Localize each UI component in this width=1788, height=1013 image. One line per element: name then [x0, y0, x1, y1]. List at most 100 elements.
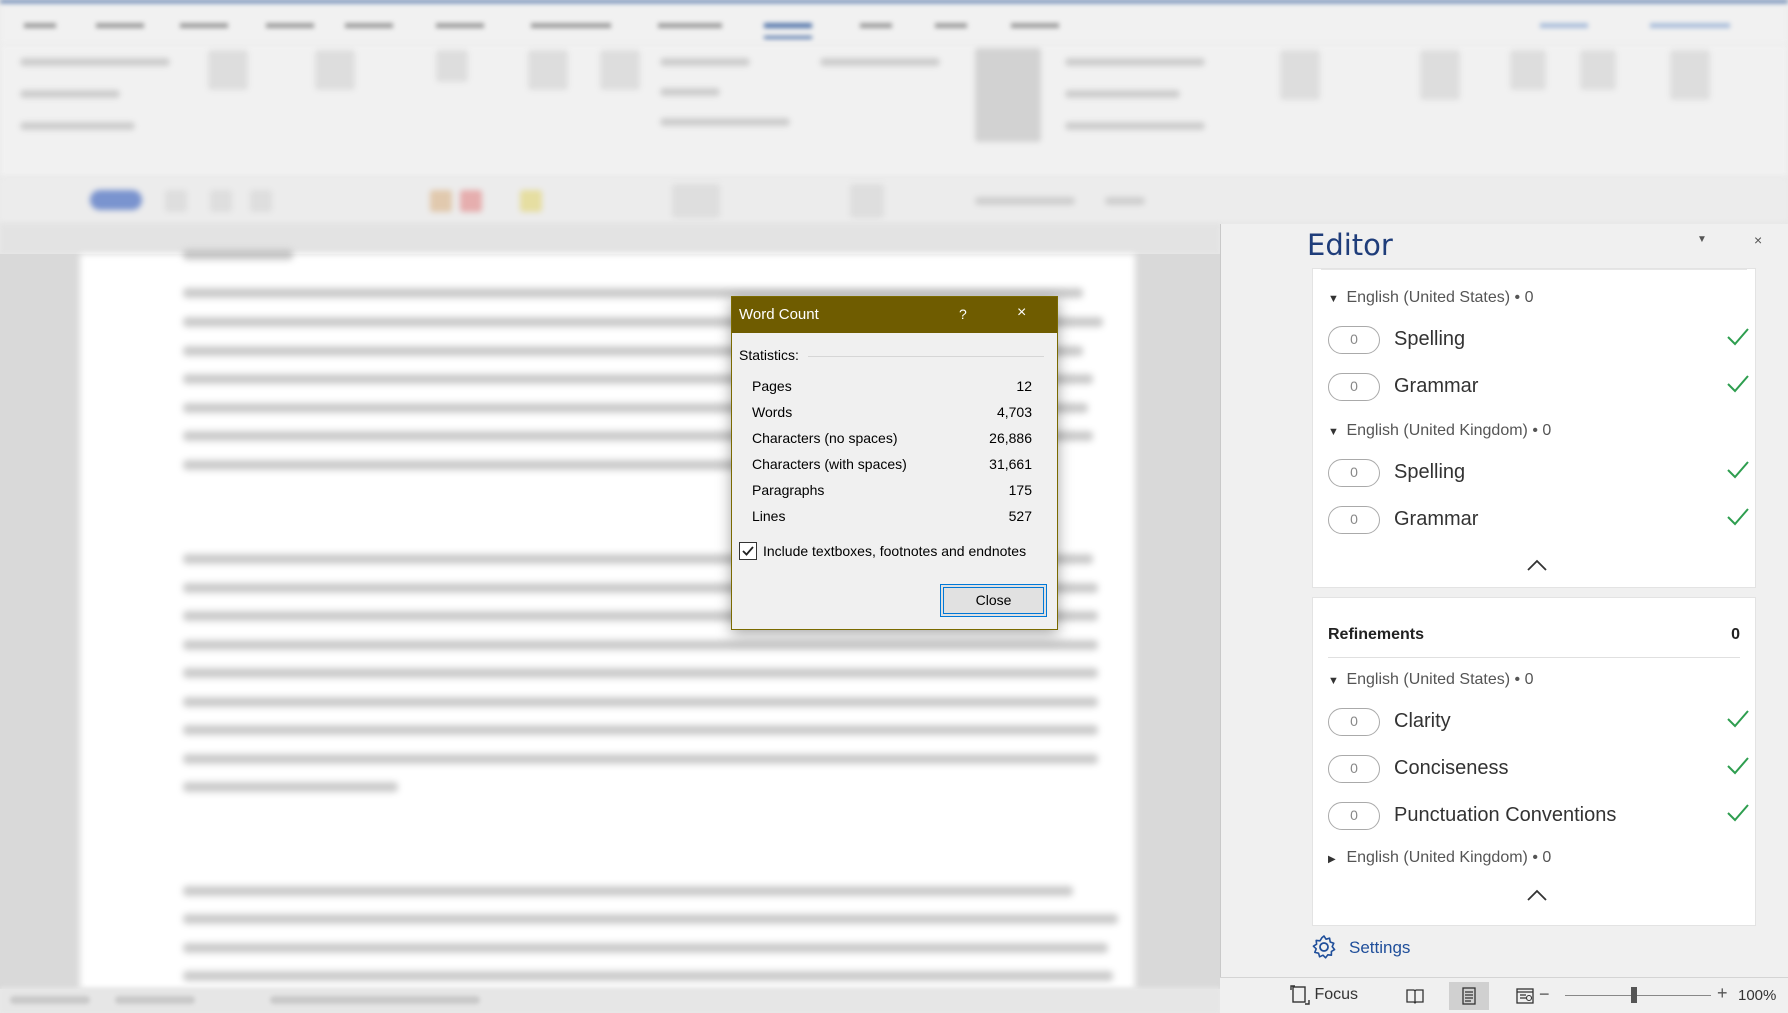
language-label: English (United States) • 0	[1346, 289, 1534, 306]
read-mode-icon	[1406, 989, 1424, 1004]
refinements-title: Refinements	[1328, 626, 1425, 643]
ribbon-tabs-blurred: ▬▬ ▬▬▬ ▬▬▬ ▬▬▬ ▬▬▬ ▬▬▬ ▬▬▬▬▬ ▬▬▬▬ ▬▬▬ ▬▬…	[0, 0, 1788, 44]
word-count-dialog: Word Count ? × Statistics: Pages 12 Word…	[731, 296, 1058, 630]
zoom-level[interactable]: 100%	[1738, 987, 1776, 1004]
category-spelling-uk[interactable]: 0 Spelling	[1328, 455, 1750, 491]
checkmark-icon	[742, 546, 754, 556]
language-label: English (United Kingdom) • 0	[1346, 849, 1552, 866]
statistics-divider	[808, 356, 1044, 357]
editor-pane: Editor ▼ × ▼ English (United States) • 0…	[1220, 224, 1788, 989]
pane-close-icon[interactable]: ×	[1754, 232, 1762, 248]
stat-row-pages: Pages 12	[752, 378, 1032, 402]
stat-label: Lines	[752, 508, 786, 524]
status-bar: Focus − + 100%	[1220, 977, 1788, 1013]
stat-label: Pages	[752, 378, 792, 394]
gear-icon	[1312, 935, 1336, 959]
stat-value: 175	[1008, 482, 1032, 498]
help-button[interactable]: ?	[959, 306, 967, 322]
print-layout-icon	[1462, 987, 1476, 1005]
stat-value: 527	[1008, 508, 1032, 524]
check-icon	[1727, 461, 1749, 479]
include-textboxes-label[interactable]: Include textboxes, footnotes and endnote…	[763, 543, 1026, 559]
collapsed-caret-icon: ▶	[1328, 854, 1336, 865]
category-clarity[interactable]: 0 Clarity	[1328, 704, 1750, 740]
close-button[interactable]: Close	[940, 584, 1047, 617]
web-layout-icon	[1516, 988, 1534, 1004]
stat-row-characters-with-spaces: Characters (with spaces) 31,661	[752, 456, 1032, 480]
dialog-title: Word Count	[739, 306, 819, 323]
expanded-caret-icon: ▼	[1328, 426, 1339, 438]
collapse-chevron-icon[interactable]	[1526, 558, 1548, 572]
corrections-card: ▼ English (United States) • 0 0 Spelling…	[1312, 268, 1756, 588]
check-icon	[1727, 328, 1749, 346]
category-label: Spelling	[1394, 461, 1466, 483]
status-bar-left-blurred	[0, 987, 1220, 1013]
count-badge: 0	[1328, 755, 1380, 783]
stat-label: Characters (with spaces)	[752, 456, 907, 472]
stat-row-lines: Lines 527	[752, 508, 1032, 532]
zoom-in-button[interactable]: +	[1717, 983, 1728, 1004]
stat-label: Words	[752, 404, 793, 420]
stat-value: 4,703	[996, 404, 1032, 420]
category-label: Conciseness	[1394, 757, 1509, 779]
card-divider	[1321, 269, 1747, 270]
print-layout-button[interactable]	[1449, 982, 1489, 1010]
editor-title: Editor	[1307, 228, 1393, 262]
dialog-close-icon[interactable]: ×	[1017, 304, 1026, 322]
stat-row-paragraphs: Paragraphs 175	[752, 482, 1032, 506]
stat-label: Paragraphs	[752, 482, 825, 498]
category-label: Punctuation Conventions	[1394, 804, 1617, 826]
collapse-chevron-icon[interactable]	[1526, 888, 1548, 902]
refinements-divider	[1328, 657, 1740, 658]
category-grammar-uk[interactable]: 0 Grammar	[1328, 502, 1750, 538]
zoom-slider-track[interactable]	[1565, 995, 1711, 996]
quick-access-toolbar-blurred	[0, 178, 1788, 224]
check-icon	[1727, 508, 1749, 526]
ruler-blurred	[0, 224, 1220, 254]
read-mode-button[interactable]	[1395, 982, 1435, 1010]
focus-mode-button[interactable]: Focus	[1290, 985, 1358, 1009]
language-label: English (United Kingdom) • 0	[1346, 422, 1552, 439]
refinements-count: 0	[1731, 626, 1740, 643]
statistics-label: Statistics:	[739, 347, 799, 363]
focus-label: Focus	[1314, 986, 1359, 1004]
count-badge: 0	[1328, 373, 1380, 401]
stat-value: 12	[1016, 378, 1032, 394]
category-punctuation-conventions[interactable]: 0 Punctuation Conventions	[1328, 798, 1750, 834]
ribbon-blurred	[0, 44, 1788, 178]
category-label: Grammar	[1394, 375, 1479, 397]
category-label: Clarity	[1394, 710, 1451, 732]
stat-value: 31,661	[989, 456, 1032, 472]
stat-value: 26,886	[989, 430, 1032, 446]
category-conciseness[interactable]: 0 Conciseness	[1328, 751, 1750, 787]
refinements-card: Refinements 0 ▼ English (United States) …	[1312, 597, 1756, 926]
check-icon	[1727, 757, 1749, 775]
count-badge: 0	[1328, 708, 1380, 736]
include-textboxes-checkbox[interactable]	[739, 542, 757, 560]
settings-label: Settings	[1349, 938, 1411, 957]
language-group-uk[interactable]: ▼ English (United Kingdom) • 0	[1328, 422, 1551, 444]
count-badge: 0	[1328, 802, 1380, 830]
category-label: Spelling	[1394, 328, 1466, 350]
check-icon	[1727, 375, 1749, 393]
stat-row-characters-no-spaces: Characters (no spaces) 26,886	[752, 430, 1032, 454]
refinement-language-group-uk[interactable]: ▶ English (United Kingdom) • 0	[1328, 849, 1551, 871]
zoom-out-button[interactable]: −	[1539, 984, 1550, 1005]
count-badge: 0	[1328, 506, 1380, 534]
refinement-language-group-us[interactable]: ▼ English (United States) • 0	[1328, 671, 1533, 693]
expanded-caret-icon: ▼	[1328, 293, 1339, 305]
pane-options-icon[interactable]: ▼	[1697, 234, 1707, 245]
language-label: English (United States) • 0	[1346, 671, 1534, 688]
zoom-slider-thumb[interactable]	[1631, 987, 1637, 1003]
expanded-caret-icon: ▼	[1328, 675, 1339, 687]
category-grammar-us[interactable]: 0 Grammar	[1328, 369, 1750, 405]
stat-label: Characters (no spaces)	[752, 430, 898, 446]
check-icon	[1727, 710, 1749, 728]
focus-icon	[1290, 985, 1310, 1005]
check-icon	[1727, 804, 1749, 822]
dialog-title-bar[interactable]: Word Count ? ×	[732, 297, 1057, 333]
count-badge: 0	[1328, 326, 1380, 354]
language-group-us[interactable]: ▼ English (United States) • 0	[1328, 289, 1533, 311]
category-spelling-us[interactable]: 0 Spelling	[1328, 322, 1750, 358]
settings-link[interactable]: Settings	[1311, 934, 1431, 960]
